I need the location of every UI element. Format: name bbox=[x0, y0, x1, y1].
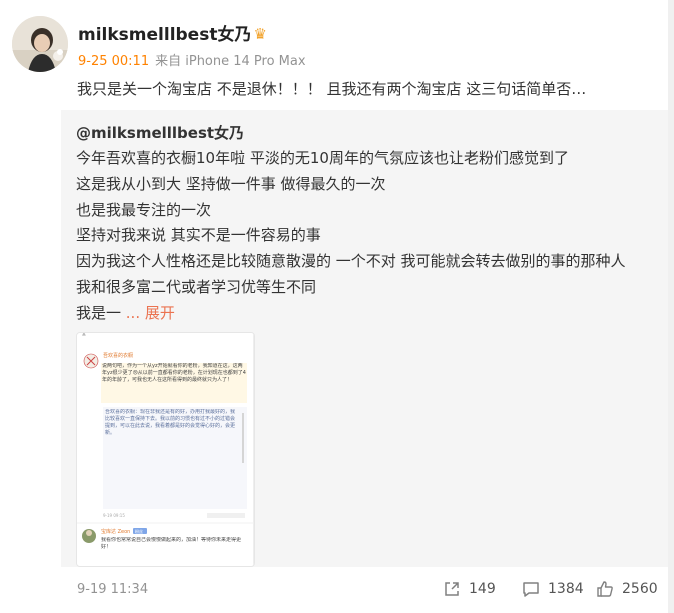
share-icon bbox=[445, 582, 459, 596]
post-time[interactable]: 9-25 00:11 bbox=[78, 54, 149, 69]
repost-text: 今年吾欢喜的衣橱10年啦 平淡的无10周年的气氛应该也让老粉们感觉到了 这是我从… bbox=[76, 146, 666, 327]
share-count: 149 bbox=[469, 581, 496, 597]
repost-line: 因为我这个人性格还是比较随意散漫的 一个不对 我可能就会转去做别的事的那种人 bbox=[76, 252, 626, 271]
comment-button[interactable]: 1384 bbox=[522, 580, 584, 598]
thumb-quote: 说两句吧，作为一个从yz开始就看你的老粉，我知道在这，这两年yz很少更了😢从以前… bbox=[102, 363, 246, 383]
thumb-footer-name: 宝库达 Zeon bbox=[101, 528, 130, 535]
repost-line: 我和很多富二代或者学习优等生不同 bbox=[76, 277, 317, 296]
scrollbar[interactable] bbox=[668, 0, 674, 613]
svg-text:▲: ▲ bbox=[82, 333, 86, 337]
screenshot-thumbnail[interactable]: ▲ 吾欢喜的衣橱 说两句吧，作为一个从yz开始就看你的老粉，我知道在这，这两年y… bbox=[76, 332, 255, 567]
action-bar: 149 1384 2560 bbox=[0, 580, 674, 602]
username[interactable]: milksmelllbest女乃 ♛ bbox=[78, 20, 267, 45]
avatar-image bbox=[12, 16, 68, 72]
repost-line: 这是我从小到大 坚持做一件事 做得最久的一次 bbox=[76, 174, 386, 193]
thumb-footer-text: 我看你也常常说自己会慢慢做起来的，加油！等待你未来走得更好！ bbox=[101, 537, 241, 550]
repost-author[interactable]: @milksmelllbest女乃 bbox=[76, 122, 244, 143]
crown-icon: ♛ bbox=[253, 25, 267, 43]
repost-line-last: 我是一 ... 展开 bbox=[76, 301, 666, 327]
post-text: 我只是关一个淘宝店 不是退休！！！ 且我还有两个淘宝店 这三句话简单否… bbox=[77, 80, 587, 98]
like-button[interactable]: 2560 bbox=[596, 580, 658, 598]
repost-line: 也是我最专注的一次 bbox=[76, 200, 212, 219]
thumbnail-image: ▲ 吾欢喜的衣橱 说两句吧，作为一个从yz开始就看你的老粉，我知道在这，这两年y… bbox=[77, 333, 254, 566]
thumb-replies: 吾欢喜的衣橱：现在非我还是有的好，办用打我最好的，我比较喜欢一直保持下去。我以前… bbox=[105, 409, 236, 436]
expand-link[interactable]: ... 展开 bbox=[126, 304, 175, 322]
repost-line: 今年吾欢喜的衣橱10年啦 平淡的无10周年的气氛应该也让老粉们感觉到了 bbox=[76, 149, 569, 167]
username-text[interactable]: milksmelllbest女乃 bbox=[78, 25, 251, 45]
comment-icon bbox=[523, 582, 539, 597]
thumb-footer-tag: 粉丝 bbox=[135, 528, 143, 534]
repost-line: 坚持对我来说 其实不是一件容易的事 bbox=[76, 226, 321, 245]
user-avatar[interactable] bbox=[12, 16, 68, 72]
thumb-header-name: 吾欢喜的衣橱 bbox=[103, 352, 133, 359]
thumbs-up-icon bbox=[597, 581, 613, 597]
post-source: 来自 iPhone 14 Pro Max bbox=[155, 54, 306, 69]
like-count: 2560 bbox=[622, 581, 658, 597]
comment-count: 1384 bbox=[548, 581, 584, 597]
repost-line: 我是一 bbox=[76, 303, 126, 322]
weibo-post: milksmelllbest女乃 ♛ 9-25 00:11 来自 iPhone 14… bbox=[0, 0, 674, 613]
share-button[interactable]: 149 bbox=[443, 580, 496, 598]
post-meta: 9-25 00:11 来自 iPhone 14 Pro Max bbox=[78, 50, 306, 69]
svg-text:9-19 09:15: 9-19 09:15 bbox=[103, 513, 125, 518]
repost-card[interactable]: @milksmelllbest女乃 今年吾欢喜的衣橱10年啦 平淡的无10周年的… bbox=[61, 110, 674, 567]
